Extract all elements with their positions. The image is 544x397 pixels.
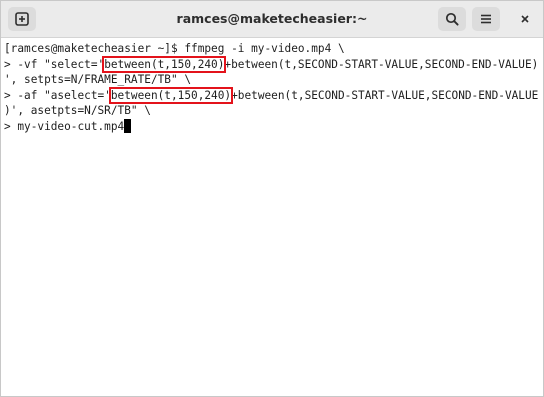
terminal-line-asetpts: )', asetpts=N/SR/TB" \	[4, 104, 151, 117]
terminal-output: [ramces@maketecheasier ~]$ ffmpeg -i my-…	[4, 41, 538, 134]
terminal-line-vf: > -vf "select='between(t,150,240)+betwee…	[4, 55, 539, 73]
new-tab-icon	[15, 12, 29, 26]
hamburger-menu-icon	[481, 14, 491, 24]
terminal-window: ramces@maketecheasier:~ [ramces@maketech…	[0, 0, 544, 397]
output-file: > my-video-cut.mp4	[4, 119, 125, 133]
af-suffix: +between(t,SECOND-START-VALUE,SECOND-END…	[231, 88, 539, 102]
text-cursor	[124, 118, 132, 133]
terminal-line-command: [ramces@maketecheasier ~]$ ffmpeg -i my-…	[4, 42, 345, 55]
header-bar: ramces@maketecheasier:~	[1, 1, 543, 38]
menu-button[interactable]	[472, 7, 500, 31]
close-icon	[521, 15, 529, 23]
af-prefix: > -af "aselect='	[4, 88, 111, 102]
terminal-line-setpts: ', setpts=N/FRAME_RATE/TB" \	[4, 73, 192, 86]
vf-highlighted-between: between(t,150,240)	[102, 55, 227, 73]
terminal-line-output: > my-video-cut.mp4	[4, 118, 538, 135]
vf-suffix: +between(t,SECOND-START-VALUE,SECOND-END…	[224, 57, 539, 71]
af-highlighted-between: between(t,150,240)	[108, 86, 234, 104]
terminal-line-af: > -af "aselect='between(t,150,240)+betwe…	[4, 86, 539, 104]
search-icon	[445, 12, 459, 26]
search-button[interactable]	[438, 7, 466, 31]
terminal-area[interactable]: [ramces@maketecheasier ~]$ ffmpeg -i my-…	[1, 38, 543, 396]
close-button[interactable]	[511, 7, 539, 31]
new-tab-button[interactable]	[8, 7, 36, 31]
vf-prefix: > -vf "select='	[4, 57, 105, 71]
